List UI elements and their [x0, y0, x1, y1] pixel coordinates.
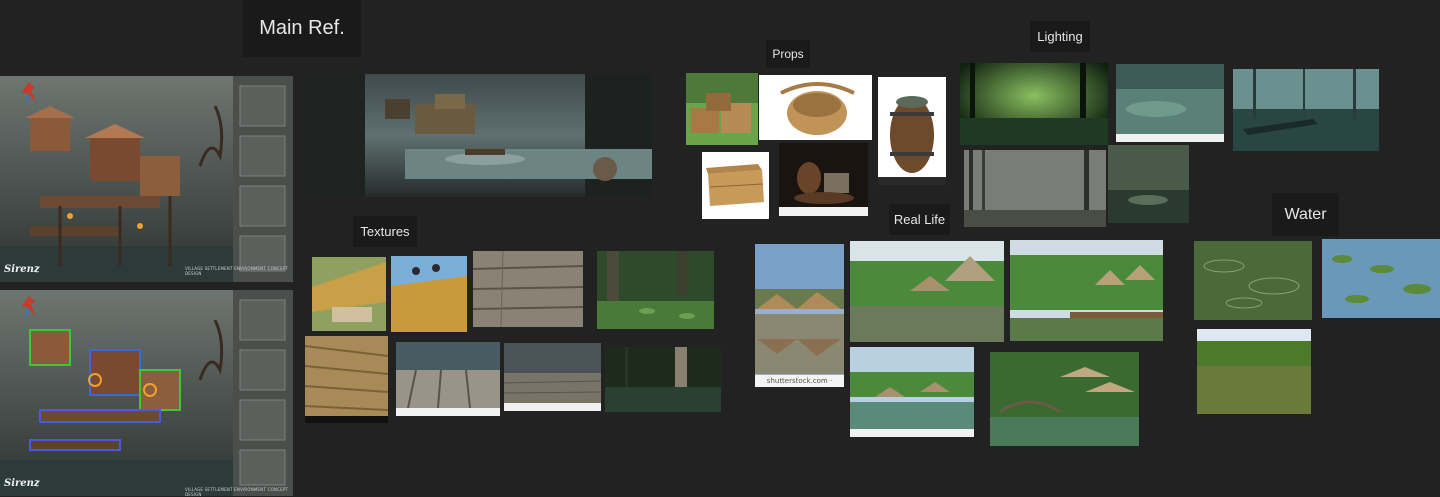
section-label-main-ref[interactable]: Main Ref.	[243, 0, 361, 57]
thatched-bridge-art	[990, 352, 1139, 446]
texture-dry-straw[interactable]	[305, 336, 388, 423]
green-swamp-art	[960, 63, 1108, 145]
wood-grain-art	[504, 343, 601, 411]
texture-thatch-roof-2[interactable]	[391, 256, 467, 332]
wooden-crate-art	[702, 152, 769, 219]
foggy-lake-art	[1233, 69, 1379, 151]
water-pond-ripples[interactable]	[1194, 241, 1312, 320]
concept-sheet-caption: VILLAGE SETTLEMENT ENVIRONMENT CONCEPT D…	[185, 266, 289, 276]
concept-sheet-village[interactable]: VILLAGE SETTLEMENT ENVIRONMENT CONCEPT D…	[0, 76, 293, 282]
lighting-foggy-lake[interactable]	[1233, 69, 1379, 151]
prop-wicker-basket-white[interactable]	[759, 75, 872, 140]
stilt-huts-art	[755, 244, 844, 387]
murky-pond-art	[1197, 329, 1311, 414]
swamp-painting-art	[305, 74, 652, 197]
prop-wooden-barrel-white[interactable]	[878, 77, 946, 185]
concept-sheet-caption: VILLAGE SETTLEMENT ENVIRONMENT CONCEPT D…	[185, 487, 289, 496]
wooden-barrel-art	[878, 77, 946, 185]
main-ref-swamp-village-painting[interactable]	[305, 74, 652, 197]
section-label-real-life[interactable]: Real Life	[889, 204, 950, 235]
thatch-roof-art	[391, 256, 467, 332]
weathered-wood-art	[473, 251, 583, 327]
barrel-still-life-art	[779, 143, 868, 216]
thatch-roof-art	[312, 257, 386, 331]
water-lily-field[interactable]	[1322, 239, 1440, 318]
section-label-textures[interactable]: Textures	[353, 216, 417, 247]
texture-wooden-dock[interactable]	[396, 342, 500, 416]
watermark-caption: shutterstock.com · 1224708631	[755, 375, 844, 387]
lighting-foggy-forest[interactable]	[964, 150, 1106, 227]
real-life-stilt-huts-reflection[interactable]: shutterstock.com · 1224708631	[755, 244, 844, 387]
dark-marsh-art	[1108, 145, 1189, 223]
parrot-logo-icon	[22, 296, 36, 318]
real-life-thatched-walkway[interactable]	[1010, 240, 1163, 341]
texture-lily-pad-swamp[interactable]	[597, 251, 714, 329]
lighting-misty-marsh[interactable]	[1116, 64, 1224, 142]
foggy-forest-art	[964, 150, 1106, 227]
section-label-lighting[interactable]: Lighting	[1030, 21, 1090, 52]
texture-cypress-swamp[interactable]	[605, 347, 721, 412]
village-pond-art	[850, 241, 1004, 342]
texture-weathered-wood-planks[interactable]	[473, 251, 583, 327]
thatched-walkway-art	[1010, 240, 1163, 341]
misty-marsh-art	[1116, 64, 1224, 142]
prop-barrel-still-life[interactable]	[779, 143, 868, 216]
parrot-logo-icon	[22, 82, 36, 104]
prop-wooden-crate-white[interactable]	[702, 152, 769, 219]
cypress-swamp-art	[605, 347, 721, 412]
concept-sheet-art	[0, 76, 293, 282]
dry-straw-art	[305, 336, 388, 423]
signature-logo: Sirenz	[4, 478, 40, 489]
concept-sheet-callouts-art	[0, 290, 293, 496]
prop-wicker-baskets-photo[interactable]	[686, 73, 758, 145]
water-murky-pond[interactable]	[1197, 329, 1311, 414]
lily-field-art	[1322, 239, 1440, 318]
real-life-village-pond[interactable]	[850, 241, 1004, 342]
real-life-thatched-bridge[interactable]	[990, 352, 1139, 446]
concept-sheet-village-callouts[interactable]: VILLAGE SETTLEMENT ENVIRONMENT CONCEPT D…	[0, 290, 293, 496]
wicker-basket-art	[759, 75, 872, 140]
texture-wood-grain[interactable]	[504, 343, 601, 411]
lighting-green-swamp[interactable]	[960, 63, 1108, 145]
section-label-props[interactable]: Props	[766, 40, 810, 68]
wooden-dock-art	[396, 342, 500, 416]
pond-ripples-art	[1194, 241, 1312, 320]
section-label-water[interactable]: Water	[1272, 193, 1339, 236]
real-life-stilt-house-lake[interactable]	[850, 347, 974, 437]
stilt-house-lake-art	[850, 347, 974, 437]
texture-thatch-roof-1[interactable]	[312, 257, 386, 331]
moodboard-canvas[interactable]: Main Ref. Props Lighting Textures Real L…	[0, 0, 1440, 497]
wicker-baskets-art	[686, 73, 758, 145]
signature-logo: Sirenz	[4, 264, 40, 275]
lighting-dark-marsh[interactable]	[1108, 145, 1189, 223]
lily-pad-swamp-art	[597, 251, 714, 329]
